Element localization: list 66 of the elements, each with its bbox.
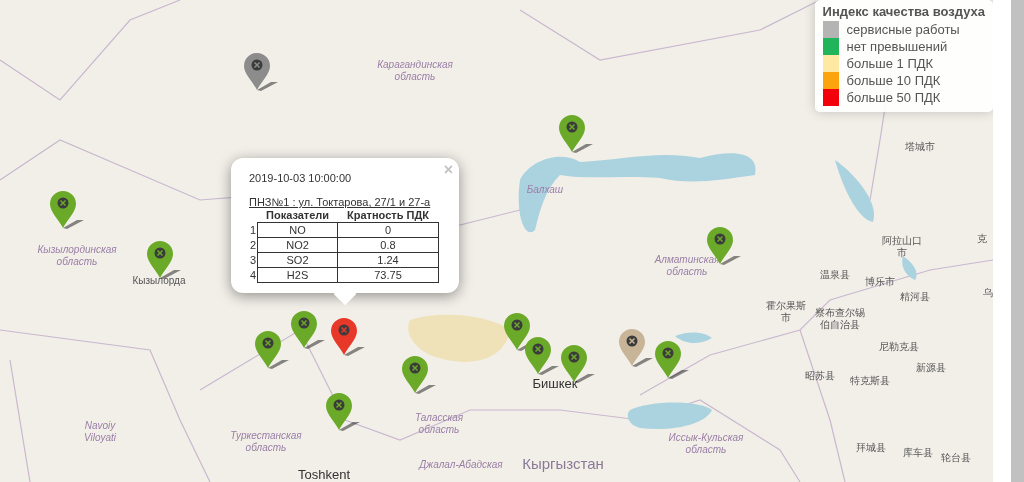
- table-cell: 1.24: [337, 252, 439, 268]
- row-number: 4: [249, 268, 258, 283]
- map-marker-icon[interactable]: [524, 336, 560, 376]
- scrollbar[interactable]: [1011, 0, 1024, 482]
- row-number: 2: [249, 238, 258, 253]
- map-label: 温泉县: [819, 269, 851, 281]
- map-marker-icon[interactable]: [401, 355, 437, 395]
- map-label: 拜城县: [855, 442, 887, 454]
- map-marker-icon[interactable]: [558, 114, 594, 154]
- table-cell: NO2: [257, 237, 338, 253]
- map-label: 博乐市: [864, 276, 896, 288]
- table-cell: NO: [257, 222, 338, 238]
- map-marker-icon[interactable]: [654, 340, 690, 380]
- map-label: Toshkent: [296, 468, 351, 482]
- map-label: Кызылорда: [131, 275, 187, 287]
- close-button[interactable]: ×: [443, 161, 453, 179]
- map-label: 轮台县: [940, 452, 972, 464]
- map-label: 特克斯县: [849, 375, 891, 387]
- lake-drawing: [902, 256, 917, 280]
- table-cell: 0.8: [337, 237, 439, 253]
- map-label: 精河县: [899, 291, 931, 303]
- map-label: Джалал-Абадская: [417, 459, 504, 471]
- map-marker-icon[interactable]: [243, 52, 279, 92]
- legend-label: нет превышений: [846, 39, 948, 54]
- map-label: 昭苏县: [804, 370, 836, 382]
- map-marker-icon[interactable]: [49, 190, 85, 230]
- table-cell: SO2: [257, 252, 338, 268]
- map-label: Кыргызстан: [521, 455, 605, 473]
- timestamp: 2019-10-03 10:00:00: [249, 172, 353, 184]
- map-marker-icon[interactable]: [325, 392, 361, 432]
- table-cell: 0: [337, 222, 439, 238]
- row-number: 3: [249, 252, 258, 268]
- map-label: Туркестанская область: [229, 430, 303, 453]
- lake-drawing: [675, 332, 712, 343]
- map-label: 察布查尔锡伯自治县: [815, 307, 865, 330]
- map-marker-icon[interactable]: [254, 330, 290, 370]
- map-label: Карагандинская область: [376, 59, 454, 82]
- legend-label: сервисные работы: [846, 22, 960, 37]
- lake-drawing: [835, 160, 874, 222]
- map-label: 乌: [982, 287, 993, 299]
- legend-label: больше 1 ПДК: [846, 56, 934, 71]
- row-number: 1: [249, 222, 258, 238]
- table-header: Кратность ПДК: [337, 208, 439, 223]
- map-marker-icon[interactable]: [290, 310, 326, 350]
- legend-label: больше 10 ПДК: [846, 73, 941, 88]
- map-label: Navoiy Viloyati: [82, 420, 118, 443]
- map-label: 库车县: [902, 447, 934, 459]
- map-marker-icon[interactable]: [618, 328, 654, 368]
- map-label: Иссык-Кульская область: [667, 432, 745, 455]
- map-label: 塔城市: [904, 141, 936, 153]
- map-label: 克: [976, 233, 988, 245]
- map-label: Таласская область: [413, 412, 465, 435]
- map-label: Кызылординская область: [36, 244, 118, 267]
- map-label: Алматинская область: [653, 254, 721, 277]
- legend-title: Индекс качества воздуха: [822, 4, 985, 19]
- table-cell: H2S: [257, 267, 338, 283]
- table-cell: 73.75: [337, 267, 439, 283]
- legend-label: больше 50 ПДК: [846, 90, 941, 105]
- map-marker-icon[interactable]: [330, 317, 366, 357]
- map-label: 新源县: [915, 362, 947, 374]
- station-name: ПНЗ№1 : ул. Токтарова, 27/1 и 27-а: [249, 196, 432, 208]
- map-label: 尼勒克县: [878, 341, 920, 353]
- table-header: Показатели: [257, 208, 338, 223]
- map-label: 霍尔果斯市: [766, 300, 806, 323]
- map-label: 阿拉山口市: [882, 235, 922, 258]
- map-label: Бишкек: [531, 377, 579, 392]
